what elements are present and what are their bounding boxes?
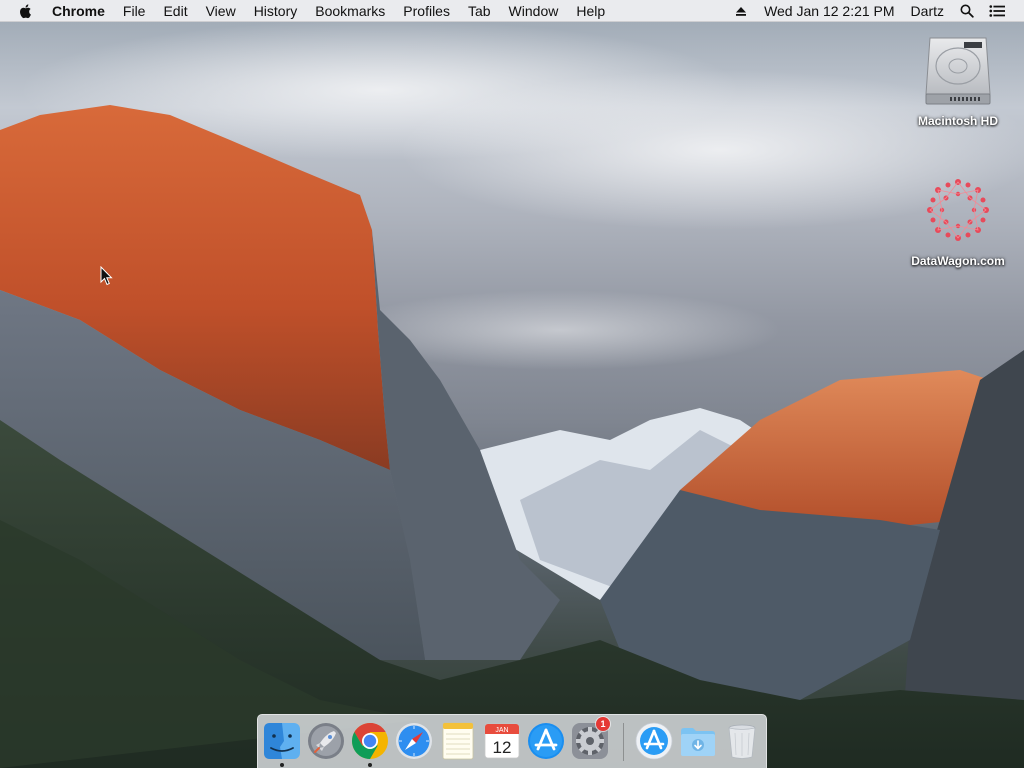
chrome-icon bbox=[351, 723, 388, 759]
menu-window[interactable]: Window bbox=[500, 0, 568, 22]
menu-clock[interactable]: Wed Jan 12 2:21 PM bbox=[756, 0, 902, 22]
dock-item-calendar[interactable]: JAN 12 bbox=[482, 721, 522, 761]
menu-bar-status-area: Wed Jan 12 2:21 PM Dartz bbox=[726, 0, 1024, 22]
menu-history[interactable]: History bbox=[245, 0, 307, 22]
dock-running-indicator bbox=[280, 763, 284, 767]
notes-icon bbox=[442, 722, 474, 760]
datawagon-logo-icon bbox=[920, 172, 996, 248]
menu-bar: Chrome File Edit View History Bookmarks … bbox=[0, 0, 1024, 22]
desktop-icon-datawagon[interactable]: DataWagon.com bbox=[903, 172, 1013, 268]
dock-item-system-preferences[interactable]: 1 bbox=[570, 717, 610, 761]
menu-user[interactable]: Dartz bbox=[903, 0, 952, 22]
dock-item-applications-folder[interactable] bbox=[634, 721, 674, 761]
menu-app-name[interactable]: Chrome bbox=[52, 0, 114, 22]
calendar-day: 12 bbox=[493, 738, 512, 757]
dock-item-chrome[interactable] bbox=[350, 721, 390, 761]
mouse-cursor-icon bbox=[100, 266, 113, 286]
app-store-icon bbox=[528, 723, 564, 759]
dock-item-app-store[interactable] bbox=[526, 721, 566, 761]
calendar-icon: JAN 12 bbox=[484, 723, 520, 759]
eject-icon[interactable] bbox=[726, 0, 756, 22]
safari-compass-icon bbox=[396, 723, 432, 759]
dock-item-trash[interactable] bbox=[722, 721, 762, 761]
menu-tab[interactable]: Tab bbox=[459, 0, 500, 22]
dock: JAN 12 1 bbox=[257, 714, 767, 768]
dock-item-launchpad[interactable] bbox=[306, 721, 346, 761]
dock-item-safari[interactable] bbox=[394, 721, 434, 761]
desktop-icon-label: Macintosh HD bbox=[917, 114, 998, 128]
menu-bookmarks[interactable]: Bookmarks bbox=[306, 0, 394, 22]
applications-folder-icon bbox=[635, 722, 673, 760]
desktop-icon-macintosh-hd[interactable]: Macintosh HD bbox=[903, 32, 1013, 128]
desktop-icon-label: DataWagon.com bbox=[911, 254, 1005, 268]
finder-icon bbox=[264, 723, 300, 759]
notification-center-icon[interactable] bbox=[982, 0, 1012, 22]
spotlight-search-icon[interactable] bbox=[952, 0, 982, 22]
dock-item-finder[interactable] bbox=[262, 721, 302, 761]
trash-icon bbox=[728, 724, 756, 759]
calendar-month: JAN bbox=[495, 727, 508, 734]
hard-drive-icon bbox=[920, 32, 996, 108]
desktop-wallpaper bbox=[0, 0, 1024, 768]
system-preferences-badge: 1 bbox=[596, 717, 610, 731]
downloads-folder-icon bbox=[681, 728, 715, 756]
dock-separator bbox=[623, 723, 624, 761]
dock-item-notes[interactable] bbox=[438, 721, 478, 761]
dock-item-downloads-folder[interactable] bbox=[678, 721, 718, 761]
menu-help[interactable]: Help bbox=[567, 0, 614, 22]
wallpaper-landscape bbox=[0, 20, 1024, 768]
menu-view[interactable]: View bbox=[197, 0, 245, 22]
apple-icon[interactable] bbox=[18, 3, 34, 19]
dock-running-indicator bbox=[368, 763, 372, 767]
menu-profiles[interactable]: Profiles bbox=[394, 0, 459, 22]
launchpad-rocket-icon bbox=[308, 723, 344, 759]
menu-file[interactable]: File bbox=[114, 0, 155, 22]
menu-edit[interactable]: Edit bbox=[154, 0, 196, 22]
